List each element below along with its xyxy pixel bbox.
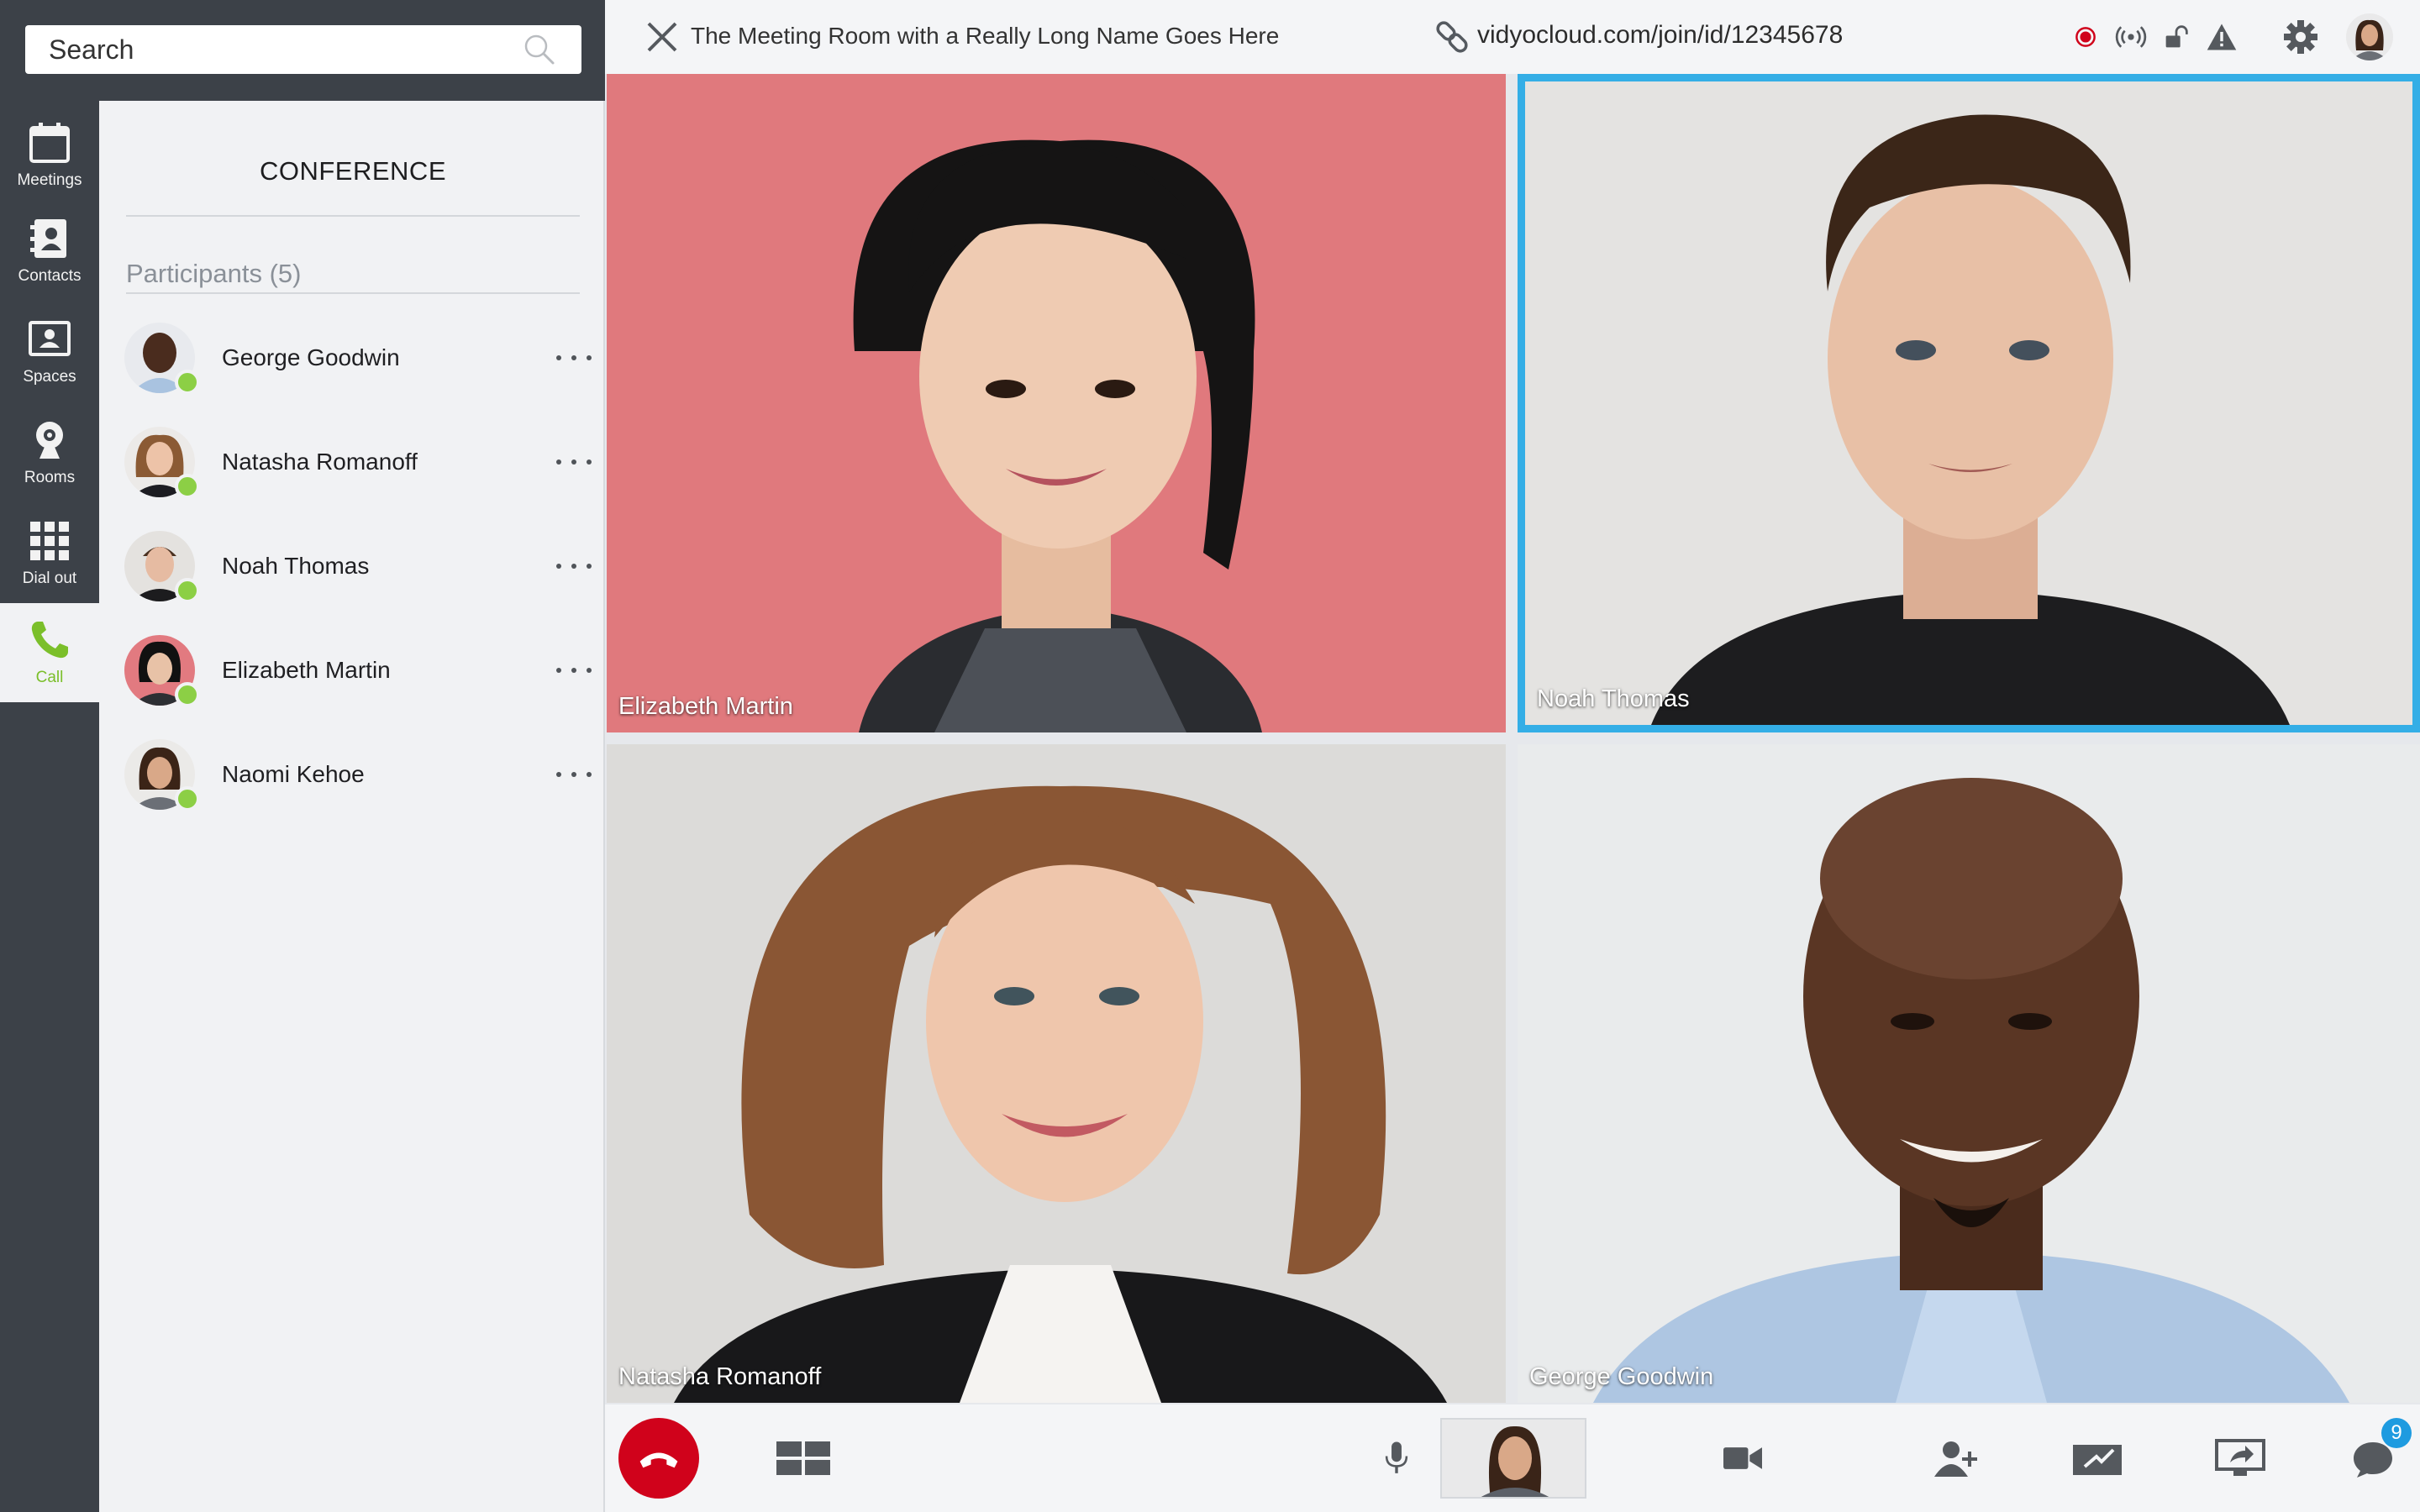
nav-item-call[interactable]: Call <box>0 603 99 702</box>
video-tile[interactable]: Elizabeth Martin <box>607 74 1506 732</box>
dialpad-icon <box>30 522 69 560</box>
microphone-icon <box>1385 1441 1408 1473</box>
tile-name-label: George Goodwin <box>1529 1363 1714 1390</box>
online-status-dot <box>175 682 200 707</box>
nav-label: Spaces <box>23 368 76 386</box>
spaces-icon <box>29 321 71 356</box>
room-name: The Meeting Room with a Really Long Name… <box>691 23 1280 49</box>
call-header: The Meeting Room with a Really Long Name… <box>605 0 2420 74</box>
hangup-button[interactable] <box>618 1418 699 1499</box>
record-icon <box>2067 18 2104 55</box>
more-options-icon[interactable] <box>553 449 595 475</box>
participant-row[interactable]: Naomi Kehoe <box>124 734 595 815</box>
search-input[interactable] <box>49 34 521 66</box>
chat-button[interactable]: 9 <box>2339 1418 2412 1492</box>
link-icon[interactable] <box>1434 18 1470 55</box>
video-tile-active-speaker[interactable]: Noah Thomas <box>1518 74 2420 732</box>
call-status-icons <box>2067 18 2249 55</box>
participant-row[interactable]: Elizabeth Martin <box>124 630 595 711</box>
self-view-preview[interactable] <box>1440 1418 1586 1499</box>
nav-item-dial-out[interactable]: Dial out <box>0 504 99 603</box>
nav-item-rooms[interactable]: Rooms <box>0 403 99 502</box>
avatar <box>124 635 200 707</box>
share-content-icon <box>2073 1445 2122 1475</box>
participant-video <box>1525 81 2412 725</box>
microphone-button[interactable] <box>1363 1425 1430 1492</box>
share-content-button[interactable] <box>2064 1425 2131 1492</box>
share-screen-button[interactable] <box>2207 1425 2274 1492</box>
more-options-icon[interactable] <box>553 345 595 370</box>
contacts-icon <box>30 219 66 258</box>
participant-name: Elizabeth Martin <box>222 657 391 683</box>
participant-name: Noah Thomas <box>222 553 370 579</box>
vidyo-app: Meetings Contacts Spaces Rooms <box>0 0 2420 1512</box>
tile-name-label: Noah Thomas <box>1537 685 1690 712</box>
participant-name: George Goodwin <box>222 344 400 370</box>
tile-name-label: Elizabeth Martin <box>618 693 793 720</box>
participant-video <box>607 74 1506 732</box>
nav-label: Rooms <box>24 469 76 486</box>
broadcast-icon <box>2112 18 2149 55</box>
nav-label: Contacts <box>18 267 82 285</box>
call-toolbar: 9 <box>605 1404 2420 1512</box>
participant-row[interactable]: Noah Thomas <box>124 526 595 606</box>
tile-name-label: Natasha Romanoff <box>618 1363 822 1390</box>
video-tile[interactable]: Natasha Romanoff <box>607 744 1506 1403</box>
webcam-icon <box>36 422 63 459</box>
more-options-icon[interactable] <box>553 762 595 787</box>
participant-row[interactable]: George Goodwin <box>124 318 595 398</box>
camera-button[interactable] <box>1709 1425 1776 1492</box>
panel-title: CONFERENCE <box>259 156 446 186</box>
nav-label: Call <box>35 669 64 686</box>
search-header <box>0 0 605 101</box>
more-options-icon[interactable] <box>553 658 595 683</box>
participant-video <box>1518 744 2420 1403</box>
participant-video <box>607 744 1506 1403</box>
phone-icon <box>31 622 68 659</box>
nav-item-contacts[interactable]: Contacts <box>0 202 99 301</box>
online-status-dot <box>175 578 200 603</box>
search-icon[interactable] <box>521 31 558 68</box>
video-tile[interactable]: George Goodwin <box>1518 744 2420 1403</box>
unread-count-badge: 9 <box>2381 1418 2412 1448</box>
avatar <box>124 739 200 811</box>
unlocked-icon <box>2158 18 2195 55</box>
room-url[interactable]: vidyocloud.com/join/id/12345678 <box>1477 21 1843 50</box>
avatar <box>124 323 200 395</box>
user-avatar[interactable] <box>2346 13 2393 60</box>
participant-row[interactable]: Natasha Romanoff <box>124 422 595 502</box>
participants-heading: Participants (5) <box>126 259 580 294</box>
share-screen-icon <box>2215 1439 2265 1476</box>
close-icon[interactable] <box>644 18 681 55</box>
avatar <box>124 531 200 603</box>
layout-button[interactable] <box>770 1425 837 1492</box>
conference-panel: CONFERENCE Participants (5) George Goodw… <box>99 101 605 1512</box>
nav-item-spaces[interactable]: Spaces <box>0 302 99 402</box>
avatar <box>124 427 200 499</box>
calendar-icon <box>29 123 70 163</box>
add-participant-button[interactable] <box>1924 1425 1991 1492</box>
participant-name: Naomi Kehoe <box>222 761 365 787</box>
search-box[interactable] <box>25 25 581 74</box>
online-status-dot <box>175 370 200 395</box>
participant-name: Natasha Romanoff <box>222 449 418 475</box>
hangup-icon <box>639 1452 678 1468</box>
layout-grid-icon <box>776 1441 830 1475</box>
nav-label: Meetings <box>17 171 82 189</box>
nav-item-meetings[interactable]: Meetings <box>0 106 99 205</box>
nav-label: Dial out <box>22 570 77 587</box>
more-options-icon[interactable] <box>553 554 595 579</box>
gear-icon[interactable] <box>2282 18 2319 55</box>
online-status-dot <box>175 474 200 499</box>
divider <box>126 215 580 217</box>
online-status-dot <box>175 786 200 811</box>
camera-icon <box>1723 1447 1762 1469</box>
warning-icon <box>2203 18 2240 55</box>
add-participant-icon <box>1934 1441 1977 1477</box>
